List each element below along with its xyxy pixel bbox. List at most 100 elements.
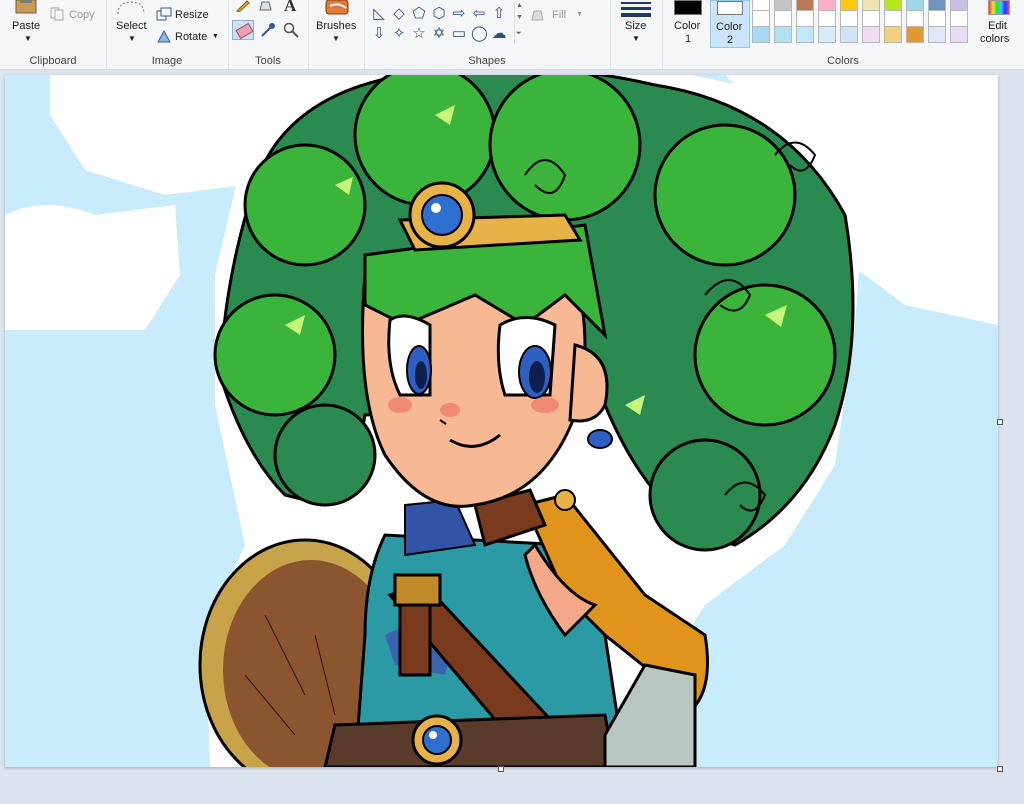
fill-dropdown[interactable]: Fill ▼ [531,6,601,24]
shapes-gallery-scroll[interactable]: ▲ ▼ ⏷ [514,2,525,44]
chevron-down-icon: ▼ [576,11,583,18]
brush-icon [325,0,349,15]
paste-button[interactable]: Paste ▼ [6,0,46,48]
palette-swatch[interactable] [906,10,924,27]
colors-group-label: Colors [827,55,859,67]
image-group: Select ▼ Resize Rotate ▼ Image [106,0,229,69]
hexagon-icon[interactable]: ⬡ [431,6,447,22]
pentagon-icon[interactable]: ⬠ [411,6,427,22]
clipboard-group: Paste ▼ Copy Clipboard [0,0,107,69]
palette-swatch[interactable] [840,26,858,43]
arrow-up-icon[interactable]: ⇧ [491,6,507,22]
rotate-button[interactable]: Rotate ▼ [156,28,226,46]
edit-colors-button[interactable]: Edit colors [976,0,1022,48]
palette-swatch[interactable] [884,26,902,43]
palette-swatch[interactable] [752,10,770,27]
palette-swatch[interactable] [862,10,880,27]
clipboard-icon [15,0,37,14]
chevron-down-icon: ▼ [516,14,523,21]
line-size-icon [621,0,651,17]
chevron-down-icon: ▼ [128,34,136,43]
shapes-group: ◺ ◇ ⬠ ⬡ ⇨ ⇦ ⇧ ⇩ ✧ ☆ ✡ ▭ ◯ ☁ ▲ ▼ ⏷ Fill ▼ [364,0,611,69]
color1-button[interactable]: Color 1 [668,0,708,48]
palette-swatch[interactable] [774,26,792,43]
tools-group-label: Tools [255,55,281,67]
select-icon [117,1,145,15]
palette-swatch[interactable] [884,10,902,27]
palette-swatch[interactable] [928,26,946,43]
pencil-icon[interactable] [235,0,251,12]
chevron-down-icon: ▼ [212,33,219,40]
clipboard-group-label: Clipboard [29,55,77,67]
eraser-icon[interactable] [232,20,254,40]
palette-swatch[interactable] [862,26,880,43]
ribbon: Paste ▼ Copy Clipboard Select ▼ Resize R… [0,0,1024,70]
shapes-gallery: ◺ ◇ ⬠ ⬡ ⇨ ⇦ ⇧ ⇩ ✧ ☆ ✡ ▭ ◯ ☁ [369,0,517,48]
edit-colors-line1: Edit [988,20,1007,32]
size-group: Size ▼ [610,0,663,69]
palette-swatch[interactable] [774,10,792,27]
color2-button[interactable]: Color 2 [710,0,750,48]
resize-handle-corner[interactable] [997,766,1003,772]
palette-swatch[interactable] [818,10,836,27]
arrow-left-icon[interactable]: ⇦ [471,6,487,22]
text-icon[interactable]: A [284,0,296,16]
star-five-icon[interactable]: ☆ [411,26,427,42]
palette-swatch[interactable] [796,10,814,27]
copy-icon [50,7,64,21]
resize-icon [156,7,172,21]
chevron-down-icon: ▼ [24,34,32,43]
brushes-button[interactable]: Brushes ▼ [312,0,360,48]
copy-label: Copy [69,9,95,21]
palette-swatch[interactable] [906,26,924,43]
callout-oval-icon[interactable]: ◯ [471,26,488,42]
resize-label: Resize [175,9,209,21]
tools-group: A Tools [228,0,309,69]
chevron-up-icon: ▲ [516,2,523,9]
palette-swatch[interactable] [752,26,770,43]
callout-rect-icon[interactable]: ▭ [451,26,467,42]
star-six-icon[interactable]: ✡ [431,26,447,42]
palette-swatch[interactable] [840,10,858,27]
arrow-right-icon[interactable]: ⇨ [451,6,467,22]
color2-swatch [717,1,743,15]
rotate-icon [157,29,171,43]
brushes-group: Brushes ▼ [308,0,365,69]
magnifier-icon[interactable] [283,22,299,38]
triangle-right-icon[interactable]: ◺ [371,6,387,22]
resize-handle-bottom[interactable] [498,766,504,772]
arrow-down-icon[interactable]: ⇩ [371,26,387,42]
star-four-icon[interactable]: ✧ [391,26,407,42]
select-button[interactable]: Select ▼ [112,0,152,48]
fill-bucket-icon[interactable] [259,0,275,12]
color-picker-icon[interactable] [260,22,276,38]
expand-icon: ⏷ [516,30,522,37]
palette-swatch[interactable] [950,10,968,27]
size-label: Size [625,20,647,32]
fill-bucket-icon [531,10,544,21]
paste-label: Paste [12,20,41,32]
resize-button[interactable]: Resize [156,6,222,24]
palette-swatch[interactable] [928,10,946,27]
palette-swatch[interactable] [796,26,814,43]
diamond-icon[interactable]: ◇ [391,6,407,22]
color1-label-line2: 1 [685,33,692,45]
chevron-down-icon: ▼ [332,34,340,43]
color1-swatch [674,0,702,15]
chevron-down-icon: ▼ [632,34,640,43]
shapes-group-label: Shapes [468,55,506,67]
drawing-canvas[interactable] [5,75,998,767]
palette [752,0,976,48]
image-group-label: Image [151,55,183,67]
brushes-label: Brushes [316,20,357,32]
color2-label-line2: 2 [727,34,734,46]
resize-handle-right[interactable] [997,419,1003,425]
callout-cloud-icon[interactable]: ☁ [491,26,507,42]
copy-button[interactable]: Copy [50,6,102,24]
colors-group: Color 1 Color 2 Edit colors Colors [662,0,1024,69]
size-button[interactable]: Size ▼ [614,0,658,48]
color1-label-line1: Color [674,20,701,32]
color2-label-line1: Color [716,21,743,33]
palette-swatch[interactable] [950,26,968,43]
palette-swatch[interactable] [818,26,836,43]
